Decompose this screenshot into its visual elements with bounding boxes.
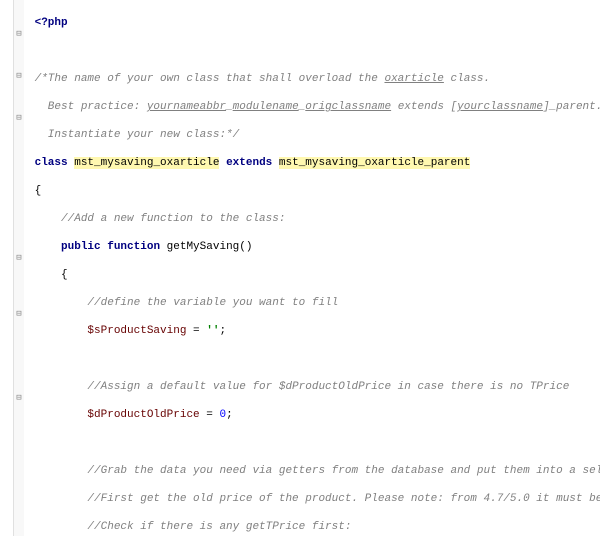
code-line: class mst_mysaving_oxarticle extends mst…: [28, 156, 600, 170]
code-line: //Assign a default value for $dProductOl…: [28, 380, 600, 394]
code-line: {: [28, 184, 600, 198]
code-line: //Add a new function to the class:: [28, 212, 600, 226]
fold-icon[interactable]: ⊟: [15, 114, 23, 122]
code-line: Best practice: yournameabbr_modulename_o…: [28, 100, 600, 114]
code-line: /*The name of your own class that shall …: [28, 72, 600, 86]
code-line: //define the variable you want to fill: [28, 296, 600, 310]
line-number-gutter: [0, 0, 14, 536]
fold-icon[interactable]: ⊟: [15, 72, 23, 80]
code-line: $dProductOldPrice = 0;: [28, 408, 600, 422]
fold-icon[interactable]: ⊟: [15, 254, 23, 262]
code-content[interactable]: <?php /*The name of your own class that …: [24, 0, 600, 536]
fold-icon[interactable]: ⊟: [15, 310, 23, 318]
fold-gutter[interactable]: ⊟ ⊟ ⊟ ⊟ ⊟ ⊟: [14, 0, 24, 536]
code-line: //Check if there is any getTPrice first:: [28, 520, 600, 534]
fold-icon[interactable]: ⊟: [15, 394, 23, 402]
code-line: <?php: [28, 16, 600, 30]
code-line: {: [28, 268, 600, 282]
fold-icon[interactable]: ⊟: [15, 30, 23, 38]
code-line: //First get the old price of the product…: [28, 492, 600, 506]
code-line: //Grab the data you need via getters fro…: [28, 464, 600, 478]
code-line: Instantiate your new class:*/: [28, 128, 600, 142]
code-line: public function getMySaving(): [28, 240, 600, 254]
code-editor: ⊟ ⊟ ⊟ ⊟ ⊟ ⊟ <?php /*The name of your own…: [0, 0, 600, 536]
code-line: $sProductSaving = '';: [28, 324, 600, 338]
